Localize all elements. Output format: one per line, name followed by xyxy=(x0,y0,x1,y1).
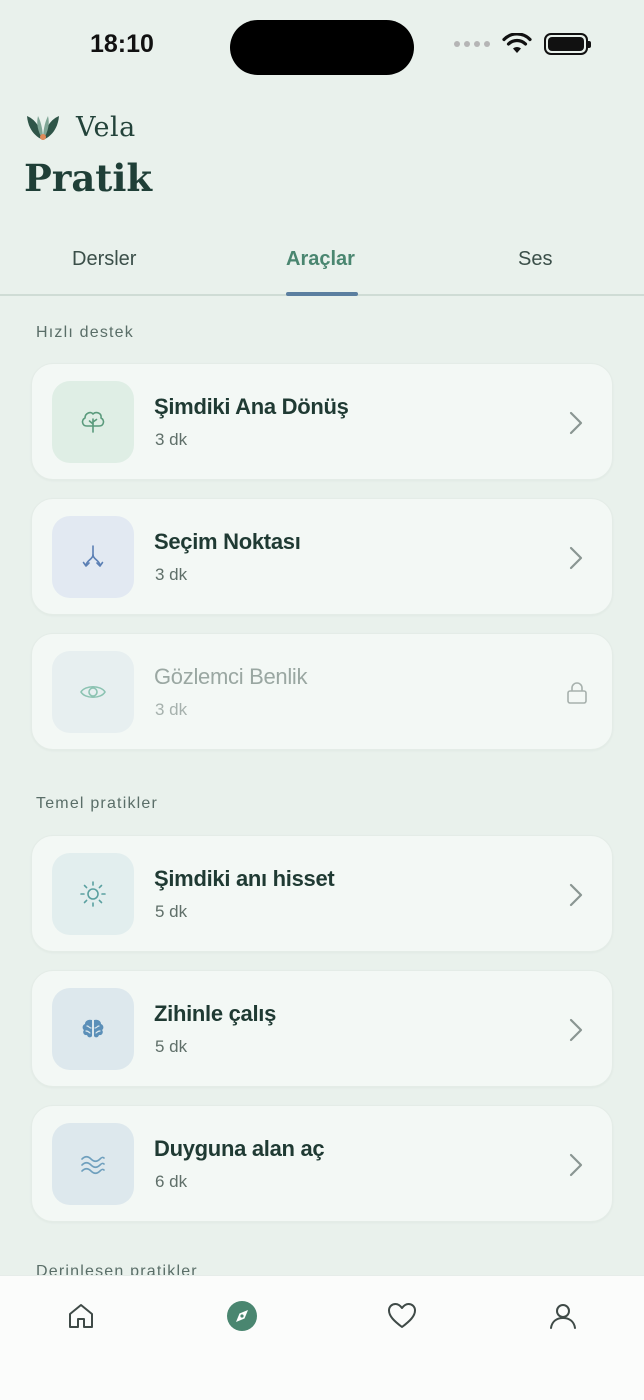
card-duration: 3 dk xyxy=(155,430,188,449)
card-duration: 5 dk xyxy=(155,1037,188,1056)
battery-icon xyxy=(544,33,591,55)
status-time: 18:10 xyxy=(90,30,154,58)
card-title: Şimdiki anı hisset xyxy=(154,866,335,891)
card-title: Duyguna alan aç xyxy=(154,1136,325,1161)
sun-icon-tile xyxy=(52,853,134,935)
brand-header: Vela xyxy=(24,110,136,144)
practice-card-secim-noktasi[interactable]: Seçim Noktası 3 dk xyxy=(31,498,613,615)
chevron-right-icon xyxy=(569,883,583,907)
cellular-signal-icon xyxy=(454,41,490,47)
status-indicators xyxy=(454,33,591,55)
brain-icon-tile xyxy=(52,988,134,1070)
active-tab-indicator xyxy=(286,292,358,296)
compass-icon xyxy=(227,1301,257,1331)
bottom-navigation xyxy=(0,1275,644,1400)
nav-explore[interactable] xyxy=(222,1296,262,1336)
practice-card-simdiki-ani-hisset[interactable]: Şimdiki anı hisset 5 dk xyxy=(31,835,613,952)
split-arrows-icon-tile xyxy=(52,516,134,598)
tab-dersler[interactable]: Dersler xyxy=(72,248,136,271)
section-label-hizli-destek: Hızlı destek xyxy=(36,324,134,341)
dynamic-island xyxy=(230,20,414,75)
profile-icon xyxy=(550,1304,576,1329)
eye-icon xyxy=(80,685,106,699)
nav-favorites[interactable] xyxy=(382,1296,422,1336)
split-arrows-icon xyxy=(82,545,104,567)
sun-icon xyxy=(80,881,106,907)
chevron-right-icon xyxy=(569,546,583,570)
section-label-temel-pratikler: Temel pratikler xyxy=(36,795,159,812)
lock-icon xyxy=(567,682,587,704)
status-bar: 18:10 xyxy=(0,0,644,90)
card-title: Zihinle çalış xyxy=(154,1001,277,1026)
chevron-right-icon xyxy=(569,411,583,435)
card-title: Gözlemci Benlik xyxy=(154,664,308,689)
nav-profile[interactable] xyxy=(543,1296,583,1336)
card-duration: 6 dk xyxy=(155,1172,188,1191)
card-duration: 5 dk xyxy=(155,902,188,921)
card-duration: 3 dk xyxy=(155,700,188,719)
tree-icon xyxy=(81,411,105,433)
page-title: Pratik xyxy=(24,156,153,200)
practice-card-zihinle-calis[interactable]: Zihinle çalış 5 dk xyxy=(31,970,613,1087)
card-title: Şimdiki Ana Dönüş xyxy=(154,394,349,419)
home-icon xyxy=(69,1304,93,1328)
card-duration: 3 dk xyxy=(155,565,188,584)
practice-card-simdiki-ana-donus[interactable]: Şimdiki Ana Dönüş 3 dk xyxy=(31,363,613,480)
tree-icon-tile xyxy=(52,381,134,463)
practice-card-gozlemci-benlik[interactable]: Gözlemci Benlik 3 dk xyxy=(31,633,613,750)
leaf-logo-icon xyxy=(27,116,59,140)
tab-araclar[interactable]: Araçlar xyxy=(286,248,355,271)
eye-icon-tile xyxy=(52,651,134,733)
chevron-right-icon xyxy=(569,1018,583,1042)
chevron-right-icon xyxy=(569,1153,583,1177)
heart-icon xyxy=(388,1303,416,1328)
wifi-icon xyxy=(502,33,532,53)
card-title: Seçim Noktası xyxy=(154,529,301,554)
practice-card-duyguna-alan-ac[interactable]: Duyguna alan aç 6 dk xyxy=(31,1105,613,1222)
waves-icon-tile xyxy=(52,1123,134,1205)
tab-ses[interactable]: Ses xyxy=(518,248,552,271)
nav-home[interactable] xyxy=(61,1296,101,1336)
brain-icon xyxy=(82,1019,104,1038)
waves-icon xyxy=(81,1155,105,1175)
tab-bar: Dersler Araçlar Ses xyxy=(0,236,644,296)
brand-name: Vela xyxy=(76,111,136,143)
